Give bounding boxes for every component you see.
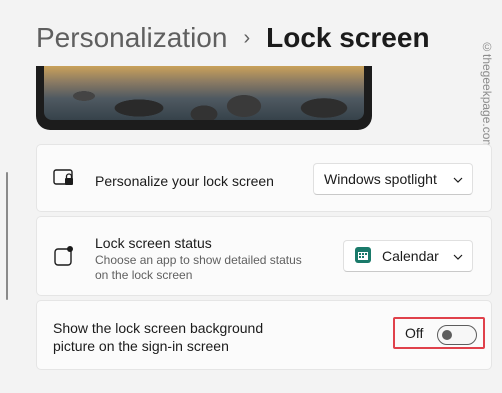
dropdown-value: Windows spotlight xyxy=(324,171,437,187)
lock-screen-icon xyxy=(53,169,75,192)
lock-screen-status-dropdown[interactable]: Calendar xyxy=(343,240,473,272)
page-title: Lock screen xyxy=(266,22,430,53)
breadcrumb-separator: › xyxy=(243,27,251,49)
dropdown-value: Calendar xyxy=(382,248,439,264)
signin-background-label: Show the lock screen background picture … xyxy=(53,320,264,354)
breadcrumb-personalization[interactable]: Personalization xyxy=(36,18,227,58)
watermark: ©thegeekpage.com xyxy=(480,40,494,150)
toggle-state-label: Off xyxy=(405,325,424,341)
lock-screen-status-label: Lock screen status xyxy=(95,235,212,251)
chevron-down-icon xyxy=(452,173,464,189)
chevron-down-icon xyxy=(452,250,464,266)
breadcrumb: Personalization › Lock screen xyxy=(36,18,430,58)
personalize-lock-screen-label: Personalize your lock screen xyxy=(95,173,274,189)
status-icon xyxy=(53,245,75,272)
signin-background-setting: Show the lock screen background picture … xyxy=(36,300,492,370)
signin-background-toggle[interactable] xyxy=(437,325,477,345)
personalize-lock-screen-setting: Personalize your lock screen Windows spo… xyxy=(36,144,492,212)
lock-screen-preview xyxy=(36,66,372,130)
lock-screen-status-setting: Lock screen status Choose an app to show… xyxy=(36,216,492,296)
scrollbar-thumb[interactable] xyxy=(6,172,8,300)
highlight-box: Off xyxy=(393,317,485,349)
lock-screen-preview-image xyxy=(44,66,364,120)
lock-screen-status-description: Choose an app to show detailed status on… xyxy=(95,253,302,282)
toggle-knob xyxy=(442,330,452,340)
personalize-lock-screen-dropdown[interactable]: Windows spotlight xyxy=(313,163,473,195)
calendar-icon xyxy=(354,246,372,267)
